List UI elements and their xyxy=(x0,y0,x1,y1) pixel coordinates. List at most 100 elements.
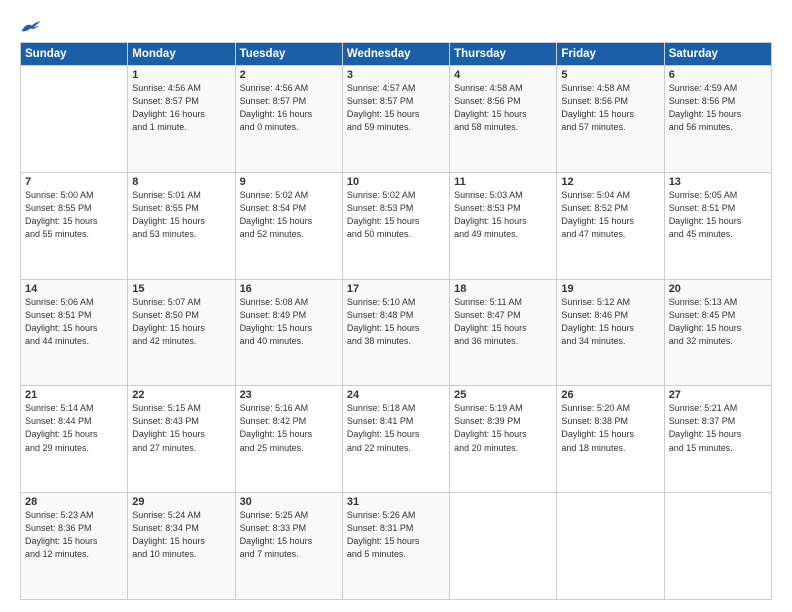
day-cell: 15Sunrise: 5:07 AM Sunset: 8:50 PM Dayli… xyxy=(128,279,235,386)
day-number: 23 xyxy=(240,389,338,401)
day-number: 1 xyxy=(132,69,230,81)
week-row-5: 28Sunrise: 5:23 AM Sunset: 8:36 PM Dayli… xyxy=(21,493,772,600)
day-number: 14 xyxy=(25,283,123,295)
day-cell: 13Sunrise: 5:05 AM Sunset: 8:51 PM Dayli… xyxy=(664,172,771,279)
day-cell: 27Sunrise: 5:21 AM Sunset: 8:37 PM Dayli… xyxy=(664,386,771,493)
day-cell: 4Sunrise: 4:58 AM Sunset: 8:56 PM Daylig… xyxy=(450,66,557,173)
col-header-wednesday: Wednesday xyxy=(342,43,449,66)
day-number: 17 xyxy=(347,283,445,295)
col-header-saturday: Saturday xyxy=(664,43,771,66)
col-header-monday: Monday xyxy=(128,43,235,66)
calendar-table: SundayMondayTuesdayWednesdayThursdayFrid… xyxy=(20,42,772,600)
day-cell: 28Sunrise: 5:23 AM Sunset: 8:36 PM Dayli… xyxy=(21,493,128,600)
day-number: 6 xyxy=(669,69,767,81)
day-info: Sunrise: 5:02 AM Sunset: 8:53 PM Dayligh… xyxy=(347,189,445,241)
day-info: Sunrise: 4:56 AM Sunset: 8:57 PM Dayligh… xyxy=(240,82,338,134)
day-number: 27 xyxy=(669,389,767,401)
day-info: Sunrise: 5:19 AM Sunset: 8:39 PM Dayligh… xyxy=(454,402,552,454)
day-cell xyxy=(21,66,128,173)
day-number: 26 xyxy=(561,389,659,401)
day-cell: 11Sunrise: 5:03 AM Sunset: 8:53 PM Dayli… xyxy=(450,172,557,279)
day-cell xyxy=(450,493,557,600)
day-number: 29 xyxy=(132,496,230,508)
week-row-3: 14Sunrise: 5:06 AM Sunset: 8:51 PM Dayli… xyxy=(21,279,772,386)
day-info: Sunrise: 5:01 AM Sunset: 8:55 PM Dayligh… xyxy=(132,189,230,241)
day-info: Sunrise: 4:56 AM Sunset: 8:57 PM Dayligh… xyxy=(132,82,230,134)
day-info: Sunrise: 5:08 AM Sunset: 8:49 PM Dayligh… xyxy=(240,296,338,348)
day-number: 7 xyxy=(25,176,123,188)
day-cell: 16Sunrise: 5:08 AM Sunset: 8:49 PM Dayli… xyxy=(235,279,342,386)
day-cell: 21Sunrise: 5:14 AM Sunset: 8:44 PM Dayli… xyxy=(21,386,128,493)
calendar-header-row: SundayMondayTuesdayWednesdayThursdayFrid… xyxy=(21,43,772,66)
day-info: Sunrise: 5:24 AM Sunset: 8:34 PM Dayligh… xyxy=(132,509,230,561)
day-cell: 6Sunrise: 4:59 AM Sunset: 8:56 PM Daylig… xyxy=(664,66,771,173)
day-cell: 24Sunrise: 5:18 AM Sunset: 8:41 PM Dayli… xyxy=(342,386,449,493)
week-row-2: 7Sunrise: 5:00 AM Sunset: 8:55 PM Daylig… xyxy=(21,172,772,279)
day-info: Sunrise: 5:20 AM Sunset: 8:38 PM Dayligh… xyxy=(561,402,659,454)
day-cell: 3Sunrise: 4:57 AM Sunset: 8:57 PM Daylig… xyxy=(342,66,449,173)
day-number: 13 xyxy=(669,176,767,188)
week-row-1: 1Sunrise: 4:56 AM Sunset: 8:57 PM Daylig… xyxy=(21,66,772,173)
logo-icon xyxy=(20,18,42,36)
day-number: 2 xyxy=(240,69,338,81)
day-cell: 30Sunrise: 5:25 AM Sunset: 8:33 PM Dayli… xyxy=(235,493,342,600)
day-number: 12 xyxy=(561,176,659,188)
col-header-tuesday: Tuesday xyxy=(235,43,342,66)
day-number: 28 xyxy=(25,496,123,508)
day-info: Sunrise: 5:02 AM Sunset: 8:54 PM Dayligh… xyxy=(240,189,338,241)
day-cell xyxy=(557,493,664,600)
day-number: 15 xyxy=(132,283,230,295)
day-cell: 1Sunrise: 4:56 AM Sunset: 8:57 PM Daylig… xyxy=(128,66,235,173)
day-info: Sunrise: 5:13 AM Sunset: 8:45 PM Dayligh… xyxy=(669,296,767,348)
day-cell: 14Sunrise: 5:06 AM Sunset: 8:51 PM Dayli… xyxy=(21,279,128,386)
day-number: 21 xyxy=(25,389,123,401)
day-info: Sunrise: 5:26 AM Sunset: 8:31 PM Dayligh… xyxy=(347,509,445,561)
day-number: 16 xyxy=(240,283,338,295)
day-number: 10 xyxy=(347,176,445,188)
day-info: Sunrise: 5:06 AM Sunset: 8:51 PM Dayligh… xyxy=(25,296,123,348)
day-info: Sunrise: 5:05 AM Sunset: 8:51 PM Dayligh… xyxy=(669,189,767,241)
day-info: Sunrise: 5:10 AM Sunset: 8:48 PM Dayligh… xyxy=(347,296,445,348)
day-cell: 8Sunrise: 5:01 AM Sunset: 8:55 PM Daylig… xyxy=(128,172,235,279)
day-cell: 10Sunrise: 5:02 AM Sunset: 8:53 PM Dayli… xyxy=(342,172,449,279)
day-info: Sunrise: 4:59 AM Sunset: 8:56 PM Dayligh… xyxy=(669,82,767,134)
day-number: 18 xyxy=(454,283,552,295)
day-info: Sunrise: 5:18 AM Sunset: 8:41 PM Dayligh… xyxy=(347,402,445,454)
day-info: Sunrise: 4:57 AM Sunset: 8:57 PM Dayligh… xyxy=(347,82,445,134)
day-number: 3 xyxy=(347,69,445,81)
day-cell: 7Sunrise: 5:00 AM Sunset: 8:55 PM Daylig… xyxy=(21,172,128,279)
day-number: 24 xyxy=(347,389,445,401)
day-info: Sunrise: 5:25 AM Sunset: 8:33 PM Dayligh… xyxy=(240,509,338,561)
day-cell: 29Sunrise: 5:24 AM Sunset: 8:34 PM Dayli… xyxy=(128,493,235,600)
day-cell: 31Sunrise: 5:26 AM Sunset: 8:31 PM Dayli… xyxy=(342,493,449,600)
day-info: Sunrise: 5:00 AM Sunset: 8:55 PM Dayligh… xyxy=(25,189,123,241)
day-number: 4 xyxy=(454,69,552,81)
day-number: 5 xyxy=(561,69,659,81)
day-info: Sunrise: 5:03 AM Sunset: 8:53 PM Dayligh… xyxy=(454,189,552,241)
day-cell: 26Sunrise: 5:20 AM Sunset: 8:38 PM Dayli… xyxy=(557,386,664,493)
day-number: 19 xyxy=(561,283,659,295)
day-number: 11 xyxy=(454,176,552,188)
day-cell: 22Sunrise: 5:15 AM Sunset: 8:43 PM Dayli… xyxy=(128,386,235,493)
day-cell: 17Sunrise: 5:10 AM Sunset: 8:48 PM Dayli… xyxy=(342,279,449,386)
day-info: Sunrise: 5:16 AM Sunset: 8:42 PM Dayligh… xyxy=(240,402,338,454)
day-cell: 20Sunrise: 5:13 AM Sunset: 8:45 PM Dayli… xyxy=(664,279,771,386)
day-cell: 9Sunrise: 5:02 AM Sunset: 8:54 PM Daylig… xyxy=(235,172,342,279)
day-number: 8 xyxy=(132,176,230,188)
day-info: Sunrise: 5:23 AM Sunset: 8:36 PM Dayligh… xyxy=(25,509,123,561)
col-header-sunday: Sunday xyxy=(21,43,128,66)
day-info: Sunrise: 4:58 AM Sunset: 8:56 PM Dayligh… xyxy=(561,82,659,134)
day-info: Sunrise: 5:14 AM Sunset: 8:44 PM Dayligh… xyxy=(25,402,123,454)
logo xyxy=(20,18,46,36)
page: SundayMondayTuesdayWednesdayThursdayFrid… xyxy=(0,0,792,612)
day-info: Sunrise: 4:58 AM Sunset: 8:56 PM Dayligh… xyxy=(454,82,552,134)
day-cell: 5Sunrise: 4:58 AM Sunset: 8:56 PM Daylig… xyxy=(557,66,664,173)
day-cell: 19Sunrise: 5:12 AM Sunset: 8:46 PM Dayli… xyxy=(557,279,664,386)
day-info: Sunrise: 5:07 AM Sunset: 8:50 PM Dayligh… xyxy=(132,296,230,348)
day-number: 30 xyxy=(240,496,338,508)
day-number: 22 xyxy=(132,389,230,401)
day-cell: 25Sunrise: 5:19 AM Sunset: 8:39 PM Dayli… xyxy=(450,386,557,493)
day-number: 31 xyxy=(347,496,445,508)
day-cell: 23Sunrise: 5:16 AM Sunset: 8:42 PM Dayli… xyxy=(235,386,342,493)
day-info: Sunrise: 5:12 AM Sunset: 8:46 PM Dayligh… xyxy=(561,296,659,348)
